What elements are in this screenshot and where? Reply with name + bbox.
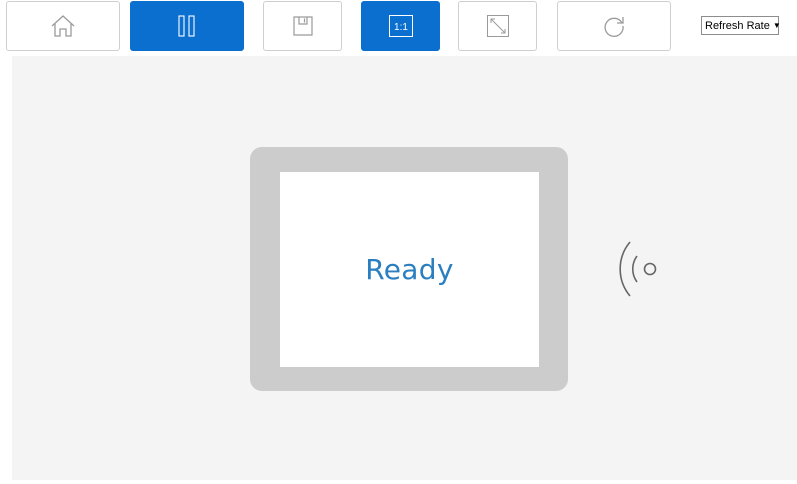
actual-size-icon: 1:1 bbox=[388, 15, 413, 37]
pause-icon bbox=[178, 15, 195, 37]
home-icon bbox=[51, 15, 75, 37]
refresh-rate-label: Refresh Rate bbox=[705, 19, 770, 32]
refresh-icon bbox=[604, 17, 624, 37]
pause-button[interactable] bbox=[130, 1, 244, 51]
contactless-signal-icon bbox=[610, 238, 666, 305]
refresh-rate-dropdown[interactable]: Refresh Rate ▼ bbox=[701, 16, 781, 35]
actual-size-label: 1:1 bbox=[394, 22, 408, 33]
save-icon bbox=[292, 16, 313, 36]
dropdown-arrow-icon: ▼ bbox=[772, 21, 781, 30]
device-screen: Ready bbox=[280, 172, 539, 367]
save-button[interactable] bbox=[263, 1, 342, 51]
refresh-button[interactable] bbox=[557, 1, 671, 51]
home-button[interactable] bbox=[6, 1, 120, 51]
expand-icon bbox=[486, 15, 509, 37]
actual-size-button[interactable]: 1:1 bbox=[361, 1, 440, 51]
device-status: Ready bbox=[365, 253, 454, 286]
fit-screen-button[interactable] bbox=[458, 1, 537, 51]
toolbar: 1:1 Refresh Rate ▼ bbox=[0, 0, 797, 56]
